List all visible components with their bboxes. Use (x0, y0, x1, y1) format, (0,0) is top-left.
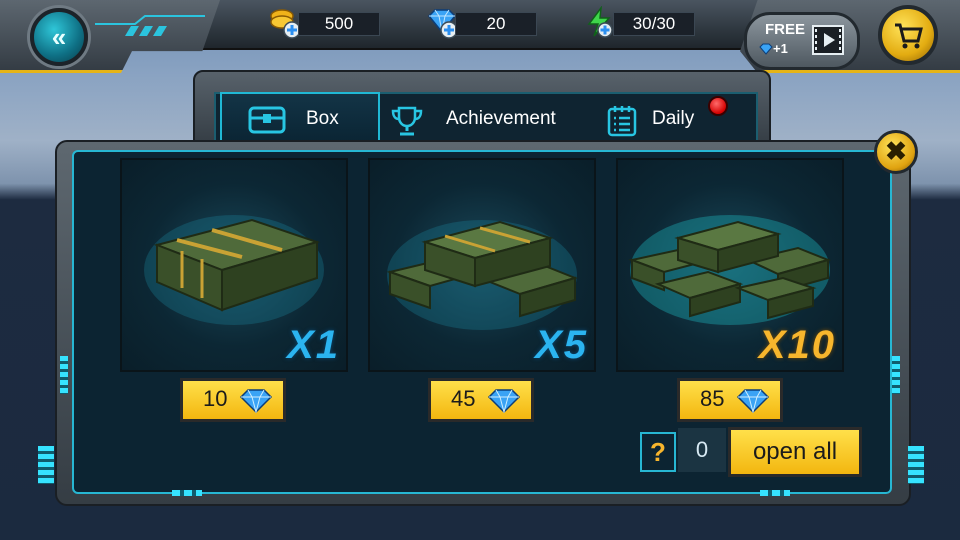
free-video-button[interactable]: FREE +1 (744, 12, 860, 70)
side-light-right (908, 446, 924, 484)
tab-label: Achievement (446, 108, 556, 129)
bottom-light (172, 490, 202, 496)
tab-achievement[interactable]: Achievement (384, 94, 574, 144)
side-light-right-inner (892, 356, 900, 394)
buy-x10-button[interactable]: 85 (677, 378, 783, 422)
gem-icon (736, 389, 770, 413)
gem-icon (239, 389, 273, 413)
box-card-x10[interactable]: X10 (616, 158, 844, 372)
side-light-left-inner (60, 356, 68, 394)
gold-amount: 500 (298, 12, 380, 36)
open-all-button[interactable]: open all (728, 427, 862, 477)
chest-icon (248, 106, 286, 134)
shop-cart-button[interactable] (878, 5, 938, 65)
free-label: FREE (765, 21, 806, 38)
buy-x1-button[interactable]: 10 (180, 378, 286, 422)
close-button[interactable]: ✖ (874, 130, 918, 174)
gem-counter[interactable]: 20 (425, 9, 543, 39)
box-count: 0 (678, 428, 726, 472)
energy-bolt-icon (587, 6, 613, 38)
gem-amount: 20 (455, 12, 537, 36)
multiplier-label: X5 (535, 323, 588, 367)
tab-daily[interactable]: Daily (596, 94, 752, 144)
tab-label: Daily (652, 108, 695, 129)
help-button[interactable]: ? (640, 432, 676, 472)
price-value: 85 (700, 386, 725, 411)
box-card-x5[interactable]: X5 (368, 158, 596, 372)
multiplier-label: X10 (758, 323, 836, 367)
calendar-icon (607, 106, 637, 137)
bottom-light (760, 490, 790, 496)
side-light-left (38, 446, 54, 484)
trophy-icon (391, 106, 423, 136)
price-value: 45 (451, 386, 476, 411)
gold-counter[interactable]: 500 (268, 9, 383, 39)
back-button[interactable]: « (30, 8, 88, 66)
multiplier-label: X1 (287, 323, 340, 367)
hud-decoration (95, 15, 205, 36)
cart-icon (895, 23, 923, 49)
box-card-x1[interactable]: X1 (120, 158, 348, 372)
gem-plus-icon (427, 9, 458, 39)
video-play-icon (812, 25, 844, 55)
notification-dot (708, 96, 728, 116)
gem-icon (759, 43, 773, 55)
price-value: 10 (203, 386, 228, 411)
gem-icon (487, 389, 521, 413)
buy-x5-button[interactable]: 45 (428, 378, 534, 422)
tab-label: Box (306, 108, 339, 129)
tab-box[interactable]: Box (220, 92, 380, 146)
energy-amount: 30/30 (613, 12, 695, 36)
free-reward-amount: +1 (773, 41, 788, 56)
energy-counter[interactable]: 30/30 (583, 6, 699, 38)
gold-coins-icon (270, 9, 301, 39)
